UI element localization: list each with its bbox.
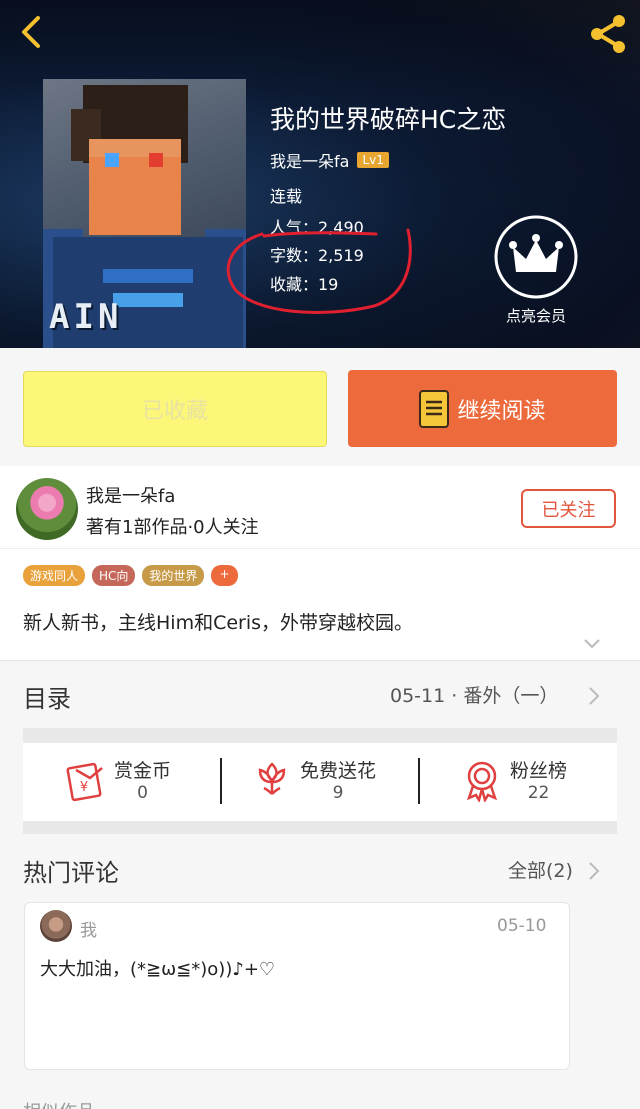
- chevron-right-icon: [589, 687, 600, 705]
- section-divider: [23, 821, 617, 834]
- back-button[interactable]: [14, 14, 50, 50]
- all-comments-link[interactable]: 全部(2): [508, 856, 573, 883]
- comment-card[interactable]: [24, 902, 570, 1070]
- follow-label: 已关注: [541, 499, 596, 521]
- similar-works-label: 相似作品: [23, 1098, 95, 1109]
- fan-ranking-item[interactable]: 粉丝榜 22: [460, 756, 567, 803]
- free-flower-label: 免费送花: [300, 760, 377, 782]
- reward-coins-item[interactable]: ¥ 赏金币 0: [64, 756, 171, 803]
- collected-button[interactable]: 已收藏: [23, 371, 327, 447]
- toc-title[interactable]: 目录: [23, 679, 71, 714]
- continue-reading-button[interactable]: 继续阅读: [348, 370, 617, 447]
- tag-minecraft[interactable]: 我的世界: [142, 565, 205, 586]
- book-icon: [419, 389, 450, 428]
- tag-hc[interactable]: HC向: [92, 565, 136, 586]
- chevron-right-icon[interactable]: [588, 861, 600, 881]
- red-circle-annotation: [226, 228, 412, 314]
- crown-icon: [494, 215, 578, 299]
- stats-divider: [220, 758, 222, 804]
- book-title: 我的世界破碎HC之恋: [270, 105, 507, 134]
- share-button[interactable]: [586, 12, 630, 56]
- svg-text:¥: ¥: [80, 780, 88, 795]
- add-tag-button[interactable]: +: [211, 565, 238, 586]
- vip-label[interactable]: 点亮会员: [488, 305, 584, 326]
- medal-icon: [466, 761, 498, 802]
- reward-coins-count: 0: [137, 783, 148, 803]
- commenter-avatar[interactable]: [40, 910, 72, 942]
- expand-chevron-icon[interactable]: [583, 638, 601, 650]
- flower-icon: [258, 761, 286, 795]
- fan-ranking-count: 22: [527, 783, 550, 803]
- comment-text: 大大加油，(*≧ω≦*)o))♪+♡: [40, 959, 276, 980]
- continue-reading-label: 继续阅读: [457, 398, 546, 424]
- hot-comments-title: 热门评论: [23, 859, 119, 887]
- tag-game-fanfic[interactable]: 游戏同人: [23, 565, 86, 586]
- commenter-name[interactable]: 我: [80, 916, 97, 941]
- tag-list: 游戏同人 HC向 我的世界 +: [23, 565, 238, 586]
- free-flower-count: 9: [332, 783, 344, 803]
- free-flower-item[interactable]: 免费送花 9: [250, 756, 376, 803]
- comment-date: 05-10: [497, 916, 547, 936]
- collected-label: 已收藏: [141, 399, 208, 424]
- author-card-name[interactable]: 我是一朵fa: [86, 482, 175, 508]
- author-name[interactable]: 我是一朵fa: [270, 148, 349, 172]
- stats-divider: [418, 758, 420, 804]
- reward-coins-label: 赏金币: [114, 760, 172, 782]
- red-envelope-yen-icon: ¥: [66, 762, 103, 801]
- section-divider: [23, 728, 617, 743]
- level-badge: Lv1: [357, 152, 389, 168]
- book-description: 新人新书，主线Him和Ceris，外带穿越校园。: [23, 612, 414, 634]
- follow-button[interactable]: 已关注: [521, 489, 616, 528]
- cover-text: AIN: [49, 297, 123, 337]
- latest-chapter[interactable]: 05-11 · 番外（一）: [390, 681, 558, 708]
- author-avatar[interactable]: [16, 478, 78, 540]
- chevron-left-icon: [22, 16, 40, 48]
- author-row[interactable]: 我是一朵fa Lv1: [270, 148, 389, 172]
- vip-button[interactable]: [493, 214, 579, 300]
- author-card-meta: 著有1部作品·0人关注: [86, 517, 259, 538]
- fan-ranking-label: 粉丝榜: [510, 760, 568, 782]
- share-icon: [591, 15, 625, 53]
